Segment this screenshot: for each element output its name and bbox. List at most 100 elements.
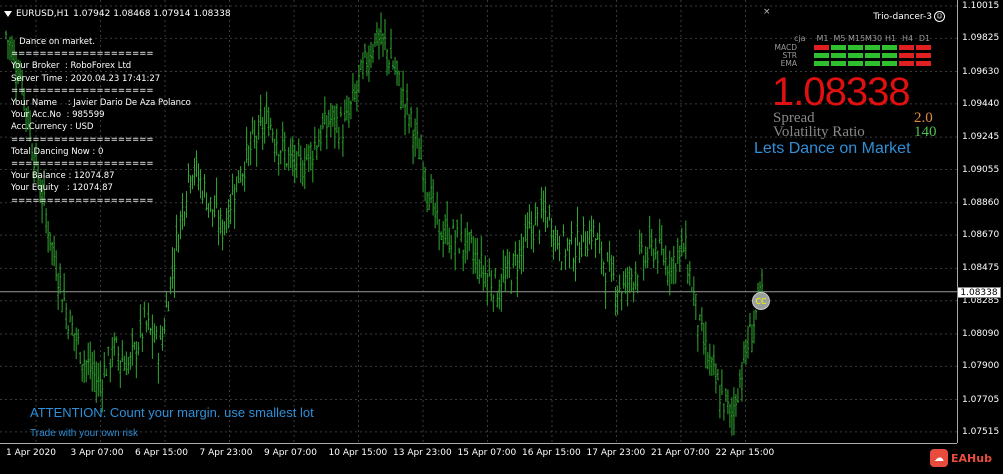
symbol-dropdown-icon[interactable] (4, 11, 12, 17)
ohlc-bar (658, 218, 661, 244)
ohlc-bar (404, 103, 407, 136)
ohlc-bar (89, 341, 92, 380)
close-icon[interactable]: × (763, 7, 771, 17)
ohlc-bar (213, 195, 216, 218)
ohlc-bar (542, 190, 545, 223)
ohlc-bar (532, 225, 535, 253)
signal-cell (899, 44, 914, 50)
signal-cell (848, 52, 863, 58)
info-line: Your Acc.No : 985599 (11, 110, 105, 121)
info-line: Server Time : 2020.04.23 17:41:27 (11, 73, 161, 84)
ohlc-bar (69, 309, 72, 323)
ohlc-bar (273, 138, 276, 163)
ohlc-bar (261, 117, 264, 150)
ohlc-bar (335, 103, 338, 134)
ohlc-bar (349, 100, 352, 120)
ohlc-bar (426, 191, 429, 213)
ohlc-bar (538, 229, 541, 245)
ohlc-bar (97, 362, 100, 397)
ohlc-bar (51, 241, 54, 266)
ohlc-bar (369, 41, 372, 68)
watermark-text: EAHub (951, 451, 992, 465)
ohlc-bar (133, 341, 136, 350)
ohlc-bar (145, 320, 148, 333)
ohlc-bar (650, 229, 653, 257)
expert-advisor-label[interactable]: Trio-dancer-3 ☺ (873, 11, 945, 22)
ohlc-bar (79, 351, 82, 365)
ohlc-bar (652, 248, 655, 269)
ohlc-bar (572, 257, 575, 272)
ohlc-bar (215, 177, 218, 209)
price-marker-icon[interactable]: CC (752, 292, 770, 310)
ohlc-bar (452, 219, 455, 230)
ohlc-bar (339, 106, 342, 118)
ohlc-bar (578, 241, 581, 264)
signal-cell (899, 52, 914, 58)
ohlc-bar (139, 304, 142, 338)
ohlc-bar (81, 364, 84, 382)
ohlc-bar (227, 199, 230, 229)
eahub-logo-icon: ☁ (930, 449, 948, 467)
info-line: Your Name : Javier Dario De Aza Polanco (11, 98, 191, 109)
ohlc-bar (249, 131, 252, 166)
ohlc-bar (303, 147, 306, 190)
ohlc-bar (684, 220, 687, 260)
ohlc-bar (550, 217, 553, 247)
ohlc-bar (67, 325, 70, 340)
ohlc-bar (239, 166, 242, 183)
time-tick-label: 13 Apr 23:00 (393, 448, 452, 458)
ohlc-bar (205, 192, 208, 211)
ohlc-bar (159, 325, 162, 340)
watermark: ☁ EAHub (930, 447, 1002, 469)
ohlc-bar (398, 70, 401, 87)
ohlc-bar (191, 174, 194, 190)
time-tick-label: 21 Apr 07:00 (651, 448, 710, 458)
ohlc-bar (416, 107, 419, 149)
ohlc-bar (233, 184, 236, 229)
ohlc-bar (628, 266, 631, 293)
ohlc-bar (309, 141, 312, 171)
ohlc-bar (624, 268, 627, 294)
ohlc-bar (373, 33, 376, 47)
ohlc-bar (329, 103, 332, 138)
ohlc-bar (712, 344, 715, 376)
ohlc-bar (295, 151, 298, 178)
ohlc-bar (137, 342, 140, 356)
ohlc-bar (546, 216, 549, 228)
price-scale[interactable]: 1.10015 1.09825 1.09630 1.09440 1.09245 1.090… (957, 0, 1003, 443)
ohlc-bar (742, 341, 745, 364)
ohlc-bar (235, 176, 238, 193)
ohlc-bar (454, 230, 457, 271)
ohlc-bar (478, 259, 481, 284)
ohlc-bar (754, 309, 757, 320)
ohlc-bar (740, 361, 743, 402)
ohlc-bar (462, 249, 465, 272)
ohlc-bar (325, 115, 328, 150)
ohlc-bar (123, 355, 126, 371)
ohlc-bar (331, 105, 334, 127)
ohlc-bar (384, 18, 387, 51)
ohlc-bar (388, 59, 391, 75)
ohlc-bar (305, 143, 308, 161)
ohlc-bar (347, 97, 350, 128)
ohlc-bar (508, 251, 511, 279)
ohlc-bar (654, 238, 657, 260)
ohlc-bar (359, 59, 362, 71)
signal-cell (882, 60, 897, 66)
ohlc-bar (698, 314, 701, 321)
time-tick-label: 6 Apr 15:00 (135, 448, 188, 458)
ohlc-bar (408, 113, 411, 134)
ohlc-bar (392, 60, 395, 70)
ohlc-bar (736, 388, 739, 403)
ohlc-bar (353, 83, 356, 102)
price-tick-label: 1.07705 (962, 394, 1000, 405)
ohlc-bar (432, 179, 435, 216)
ohlc-bar (7, 39, 10, 60)
price-tick-label: 1.08475 (962, 263, 1000, 274)
time-scale[interactable]: 1 Apr 2020 3 Apr 07:00 6 Apr 15:00 7 Apr 23… (0, 443, 957, 474)
info-line: ==================== (11, 85, 154, 96)
timeframe-header-label: H1 (884, 34, 897, 43)
signal-cell (882, 44, 897, 50)
ohlc-bar (243, 161, 246, 192)
ohlc-bar (688, 261, 691, 286)
